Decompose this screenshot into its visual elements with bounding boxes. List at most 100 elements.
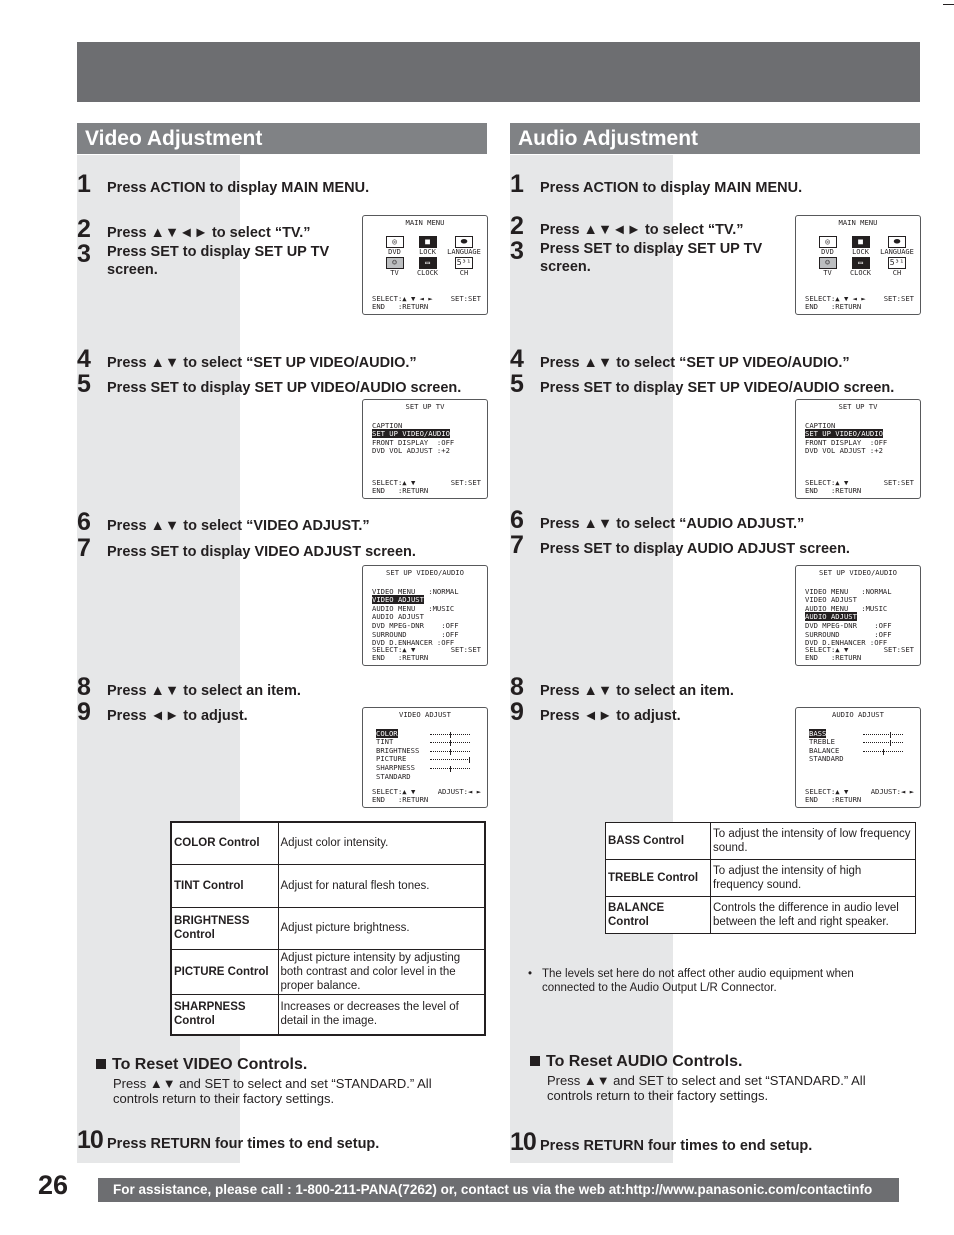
osd-title: VIDEO ADJUST xyxy=(399,710,451,719)
osd-footer-select: SELECT:▲ ▼ ◄ ► SET:SET xyxy=(372,293,481,304)
osd-footer-end: END :RETURN xyxy=(372,486,429,496)
osd-footer: SELECT:▲ ▼ SET:SET END :RETURN xyxy=(805,644,914,663)
level-marker xyxy=(450,748,451,755)
osd-setup-tv-screen: SET UP TV CAPTION SET UP VIDEO/AUDIO FRONT … xyxy=(362,399,488,499)
osd-icon-grid: ◎ DVD ■ LOCK ⬬ LANGUAGE ☺ TV ▭ CLOCK 5³¹ CH xyxy=(811,235,920,277)
channel-icon: 5³¹ xyxy=(455,256,473,269)
control-name: BRIGHTNESS Control xyxy=(170,906,279,950)
osd-menu-item-clock: ▭ CLOCK xyxy=(411,256,444,277)
osd-footer-select: SELECT:▲ ▼ ◄ ► SET:SET xyxy=(805,293,914,304)
step-10: 10 Press RETURN four times to end setup. xyxy=(510,1128,813,1156)
table-row: TREBLE Control To adjust the intensity of… xyxy=(605,859,916,897)
osd-video-adjust-screen: VIDEO ADJUST COLOR TINT BRIGHTNESS PICTURE SH… xyxy=(362,707,488,808)
osd-menu-item-language: ⬬ LANGUAGE xyxy=(444,235,484,256)
osd-menu-item-tv: ☺ TV xyxy=(811,256,844,277)
osd-footer-end: END :RETURN xyxy=(805,795,862,805)
audio-controls-table: BASS Control To adjust the intensity of l… xyxy=(605,822,916,934)
osd-icon-grid: ◎ DVD ■ LOCK ⬬ LANGUAGE ☺ TV ▭ CLOCK 5³¹ CH xyxy=(378,235,487,277)
osd-action-hint: ADJUST:◄ ► xyxy=(437,786,481,796)
osd-footer-end: END :RETURN xyxy=(372,795,429,805)
osd-footer-end: END :RETURN xyxy=(372,653,429,663)
osd-footer-select: SELECT:▲ ▼ SET:SET xyxy=(805,644,914,655)
osd-row: DVD VOL ADJUST :+2 xyxy=(805,447,920,456)
level-marker xyxy=(450,740,451,747)
osd-menu-label: DVD xyxy=(388,247,401,256)
osd-select-hint: SELECT:▲ ▼ xyxy=(372,786,416,796)
table-row: BRIGHTNESS Control Adjust picture brightn… xyxy=(170,906,486,950)
table-row: BASS Control To adjust the intensity of l… xyxy=(605,822,916,860)
level-marker xyxy=(450,731,451,738)
shaded-margin xyxy=(510,155,673,1163)
osd-select-hint: SELECT:▲ ▼ xyxy=(805,644,849,654)
level-slider xyxy=(430,765,470,772)
table-row: COLOR Control Adjust color intensity. xyxy=(170,821,486,865)
tv-icon: ☺ xyxy=(385,256,404,269)
osd-title: SET UP VIDEO/AUDIO xyxy=(819,568,897,577)
level-slider xyxy=(430,757,470,764)
osd-menu-item-language: ⬬ LANGUAGE xyxy=(877,235,917,256)
osd-footer-select: SELECT:▲ ▼ ADJUST:◄ ► xyxy=(372,786,481,797)
table-row: BALANCE Control Controls the difference i… xyxy=(605,896,916,934)
square-bullet-icon xyxy=(530,1056,540,1066)
step-1: 1 Press ACTION to display MAIN MENU. xyxy=(510,170,803,198)
lips-icon: ⬬ xyxy=(888,235,906,248)
control-description: Adjust picture brightness. xyxy=(277,906,486,950)
page-number: 26 xyxy=(38,1170,69,1200)
osd-main-menu-screen: MAIN MENU ◎ DVD ■ LOCK ⬬ LANGUAGE ☺ TV ▭ CLOCK 5³¹ C… xyxy=(795,215,921,315)
control-description: To adjust the intensity of high frequenc… xyxy=(710,859,916,897)
osd-menu-item-dvd: ◎ DVD xyxy=(811,235,844,256)
osd-footer: SELECT:▲ ▼ SET:SET END :RETURN xyxy=(805,477,914,496)
osd-adjust-row: STANDARD xyxy=(805,755,920,764)
osd-footer-end: END :RETURN xyxy=(372,302,429,312)
osd-menu-item-ch: 5³¹ CH xyxy=(444,256,484,277)
level-marker xyxy=(883,748,884,755)
clock-icon: ▭ xyxy=(418,256,437,269)
osd-footer: SELECT:▲ ▼ ◄ ► SET:SET END :RETURN xyxy=(805,293,914,312)
osd-menu-item-clock: ▭ CLOCK xyxy=(844,256,877,277)
osd-adjust-row: STANDARD xyxy=(372,772,487,782)
control-name: TINT Control xyxy=(170,863,279,908)
osd-select-hint: SELECT:▲ ▼ xyxy=(372,477,416,487)
audio-reset-heading: To Reset AUDIO Controls. xyxy=(530,1053,742,1071)
osd-action-hint: SET:SET xyxy=(450,477,481,487)
disc-icon: ◎ xyxy=(385,235,404,248)
osd-menu-item-dvd: ◎ DVD xyxy=(378,235,411,256)
osd-action-hint: SET:SET xyxy=(450,293,481,303)
video-reset-body: Press ▲▼ and SET to select and set “STAN… xyxy=(113,1076,432,1106)
control-name: BALANCE Control xyxy=(605,896,711,934)
step-7: 7 Press SET to display AUDIO ADJUST scree… xyxy=(510,531,850,559)
osd-item: DVD VOL ADJUST :+2 xyxy=(372,446,450,456)
level-marker xyxy=(450,765,451,772)
table-row: PICTURE Control Adjust picture intensity … xyxy=(170,948,486,995)
assistance-footer: For assistance, please call : 1-800-211-… xyxy=(98,1178,899,1202)
osd-menu-label: LANGUAGE xyxy=(447,247,481,256)
audio-note: • The levels set here do not affect othe… xyxy=(528,967,888,995)
level-marker xyxy=(469,757,470,764)
osd-menu-label: DVD xyxy=(821,247,834,256)
osd-footer-select: SELECT:▲ ▼ SET:SET xyxy=(805,477,914,488)
step-10: 10 Press RETURN four times to end setup. xyxy=(77,1126,380,1154)
osd-menu-label: LANGUAGE xyxy=(880,247,914,256)
osd-menu-label: TV xyxy=(823,268,832,277)
osd-menu-label: LOCK xyxy=(852,247,869,256)
osd-select-hint: SELECT:▲ ▼ ◄ ► xyxy=(805,293,866,303)
osd-setup-video-audio-screen: SET UP VIDEO/AUDIO VIDEO MENU :NORMAL VIDE… xyxy=(795,565,921,666)
osd-footer-end: END :RETURN xyxy=(805,486,862,496)
osd-footer: SELECT:▲ ▼ SET:SET END :RETURN xyxy=(372,645,481,663)
level-slider xyxy=(863,740,903,747)
lips-icon: ⬬ xyxy=(455,235,473,248)
step-3: 3 Press SET to display SET UP TV screen. xyxy=(77,240,330,279)
audio-note-text: The levels set here do not affect other … xyxy=(542,968,854,994)
video-controls-table: COLOR Control Adjust color intensity. TINT… xyxy=(170,821,486,1036)
control-name: COLOR Control xyxy=(170,821,279,865)
table-row: SHARPNESS Control Increases or decreases … xyxy=(170,993,486,1036)
control-name: PICTURE Control xyxy=(170,948,279,995)
osd-main-menu-screen: MAIN MENU ◎ DVD ■ LOCK ⬬ LANGUAGE ☺ TV ▭ CLOCK 5³¹ C… xyxy=(362,215,488,315)
video-reset-heading: To Reset VIDEO Controls. xyxy=(96,1056,307,1074)
tv-icon: ☺ xyxy=(818,256,837,269)
osd-action-hint: SET:SET xyxy=(883,644,914,654)
osd-footer-end: END :RETURN xyxy=(805,302,862,312)
osd-select-hint: SELECT:▲ ▼ xyxy=(805,477,849,487)
osd-menu-label: CLOCK xyxy=(416,268,439,277)
control-description: Controls the difference in audio level b… xyxy=(710,896,916,934)
